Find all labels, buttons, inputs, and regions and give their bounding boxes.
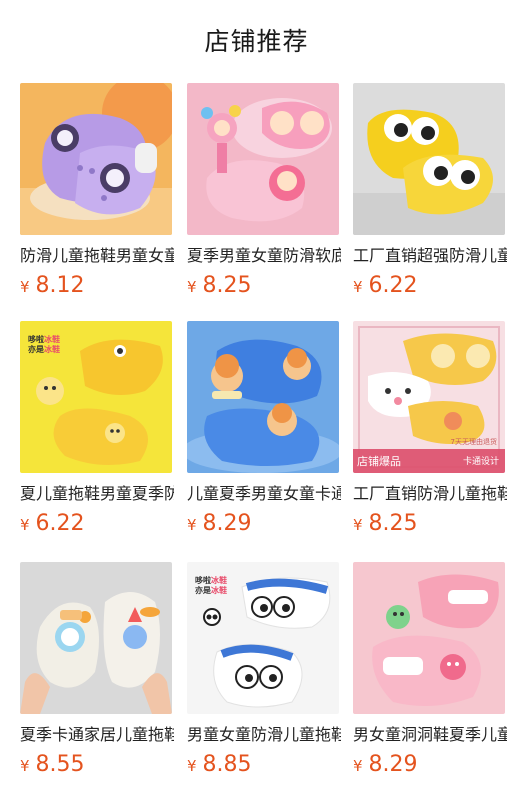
product-price: ¥8.85 (187, 750, 252, 780)
currency-symbol: ¥ (353, 757, 363, 775)
promo-overlay: 7天无理由退货 店铺爆品 卡通设计 (353, 438, 505, 473)
product-image[interactable] (187, 83, 339, 235)
product-name[interactable]: 工厂直销防滑儿童拖鞋 (353, 481, 507, 507)
product-card[interactable]: 工厂直销超强防滑儿童 ¥6.22 (353, 83, 510, 303)
product-name[interactable]: 男童女童防滑儿童拖鞋 (187, 722, 341, 748)
product-price: ¥8.55 (20, 750, 85, 780)
product-name[interactable]: 夏儿童拖鞋男童夏季防滑 (20, 481, 174, 507)
product-name[interactable]: 儿童夏季男童女童卡通 (187, 481, 341, 507)
product-card[interactable]: 夏季卡通家居儿童拖鞋 ¥8.55 (20, 562, 177, 782)
currency-symbol: ¥ (353, 516, 363, 534)
currency-symbol: ¥ (187, 278, 197, 296)
product-name[interactable]: 工厂直销超强防滑儿童 (353, 243, 507, 269)
product-card[interactable]: 夏季男童女童防滑软底 ¥8.25 (187, 83, 344, 303)
price-value: 8.29 (202, 511, 252, 536)
product-name[interactable]: 防滑儿童拖鞋男童女童 (20, 243, 174, 269)
product-image[interactable] (353, 562, 505, 714)
price-value: 8.29 (368, 752, 418, 777)
product-image[interactable]: 7天无理由退货 店铺爆品 卡通设计 (353, 321, 505, 473)
product-image[interactable]: 哆啦冰鞋 亦是冰鞋 (187, 562, 339, 714)
product-price: ¥8.29 (353, 750, 418, 780)
product-price: ¥6.22 (353, 271, 418, 301)
product-name[interactable]: 男女童洞洞鞋夏季儿童 (353, 722, 507, 748)
currency-symbol: ¥ (353, 278, 363, 296)
product-price: ¥8.12 (20, 271, 85, 301)
product-card[interactable]: 男女童洞洞鞋夏季儿童 ¥8.29 (353, 562, 510, 782)
price-value: 8.12 (35, 273, 85, 298)
product-grid: 防滑儿童拖鞋男童女童 ¥8.12 夏季男童女童防滑软底 ¥ 8.25 工厂直销超… (0, 0, 513, 800)
price-value: 6.22 (368, 273, 418, 298)
price-value: 6.22 (35, 511, 85, 536)
product-image[interactable] (187, 321, 339, 473)
promo-badge: 哆啦冰鞋 亦是冰鞋 (28, 335, 60, 354)
product-card[interactable]: 哆啦冰鞋 亦是冰鞋 夏儿童拖鞋男童夏季防滑 ¥6.22 (20, 321, 177, 541)
product-name[interactable]: 夏季男童女童防滑软底 (187, 243, 341, 269)
product-card[interactable]: 哆啦冰鞋 亦是冰鞋 男童女童防滑儿童拖鞋 ¥8.85 (187, 562, 344, 782)
price-value: 8.25 (202, 273, 252, 298)
product-image[interactable] (20, 562, 172, 714)
product-image[interactable] (353, 83, 505, 235)
currency-symbol: ¥ (187, 757, 197, 775)
promo-badge: 哆啦冰鞋 亦是冰鞋 (195, 576, 227, 595)
currency-symbol: ¥ (20, 757, 30, 775)
currency-symbol: ¥ (187, 516, 197, 534)
price-value: 8.85 (202, 752, 252, 777)
product-image[interactable]: 哆啦冰鞋 亦是冰鞋 (20, 321, 172, 473)
currency-symbol: ¥ (20, 516, 30, 534)
product-image[interactable] (20, 83, 172, 235)
currency-symbol: ¥ (20, 278, 30, 296)
product-price: ¥8.25 (187, 271, 252, 301)
product-name[interactable]: 夏季卡通家居儿童拖鞋 (20, 722, 174, 748)
price-value: 8.55 (35, 752, 85, 777)
product-price: ¥6.22 (20, 509, 85, 539)
product-card[interactable]: 儿童夏季男童女童卡通 ¥8.29 (187, 321, 344, 541)
product-card[interactable]: 防滑儿童拖鞋男童女童 ¥8.12 (20, 83, 177, 303)
product-price: ¥8.29 (187, 509, 252, 539)
product-price: ¥8.25 (353, 509, 418, 539)
price-value: 8.25 (368, 511, 418, 536)
product-card[interactable]: 7天无理由退货 店铺爆品 卡通设计 工厂直销防滑儿童拖鞋 ¥8.25 (353, 321, 510, 541)
